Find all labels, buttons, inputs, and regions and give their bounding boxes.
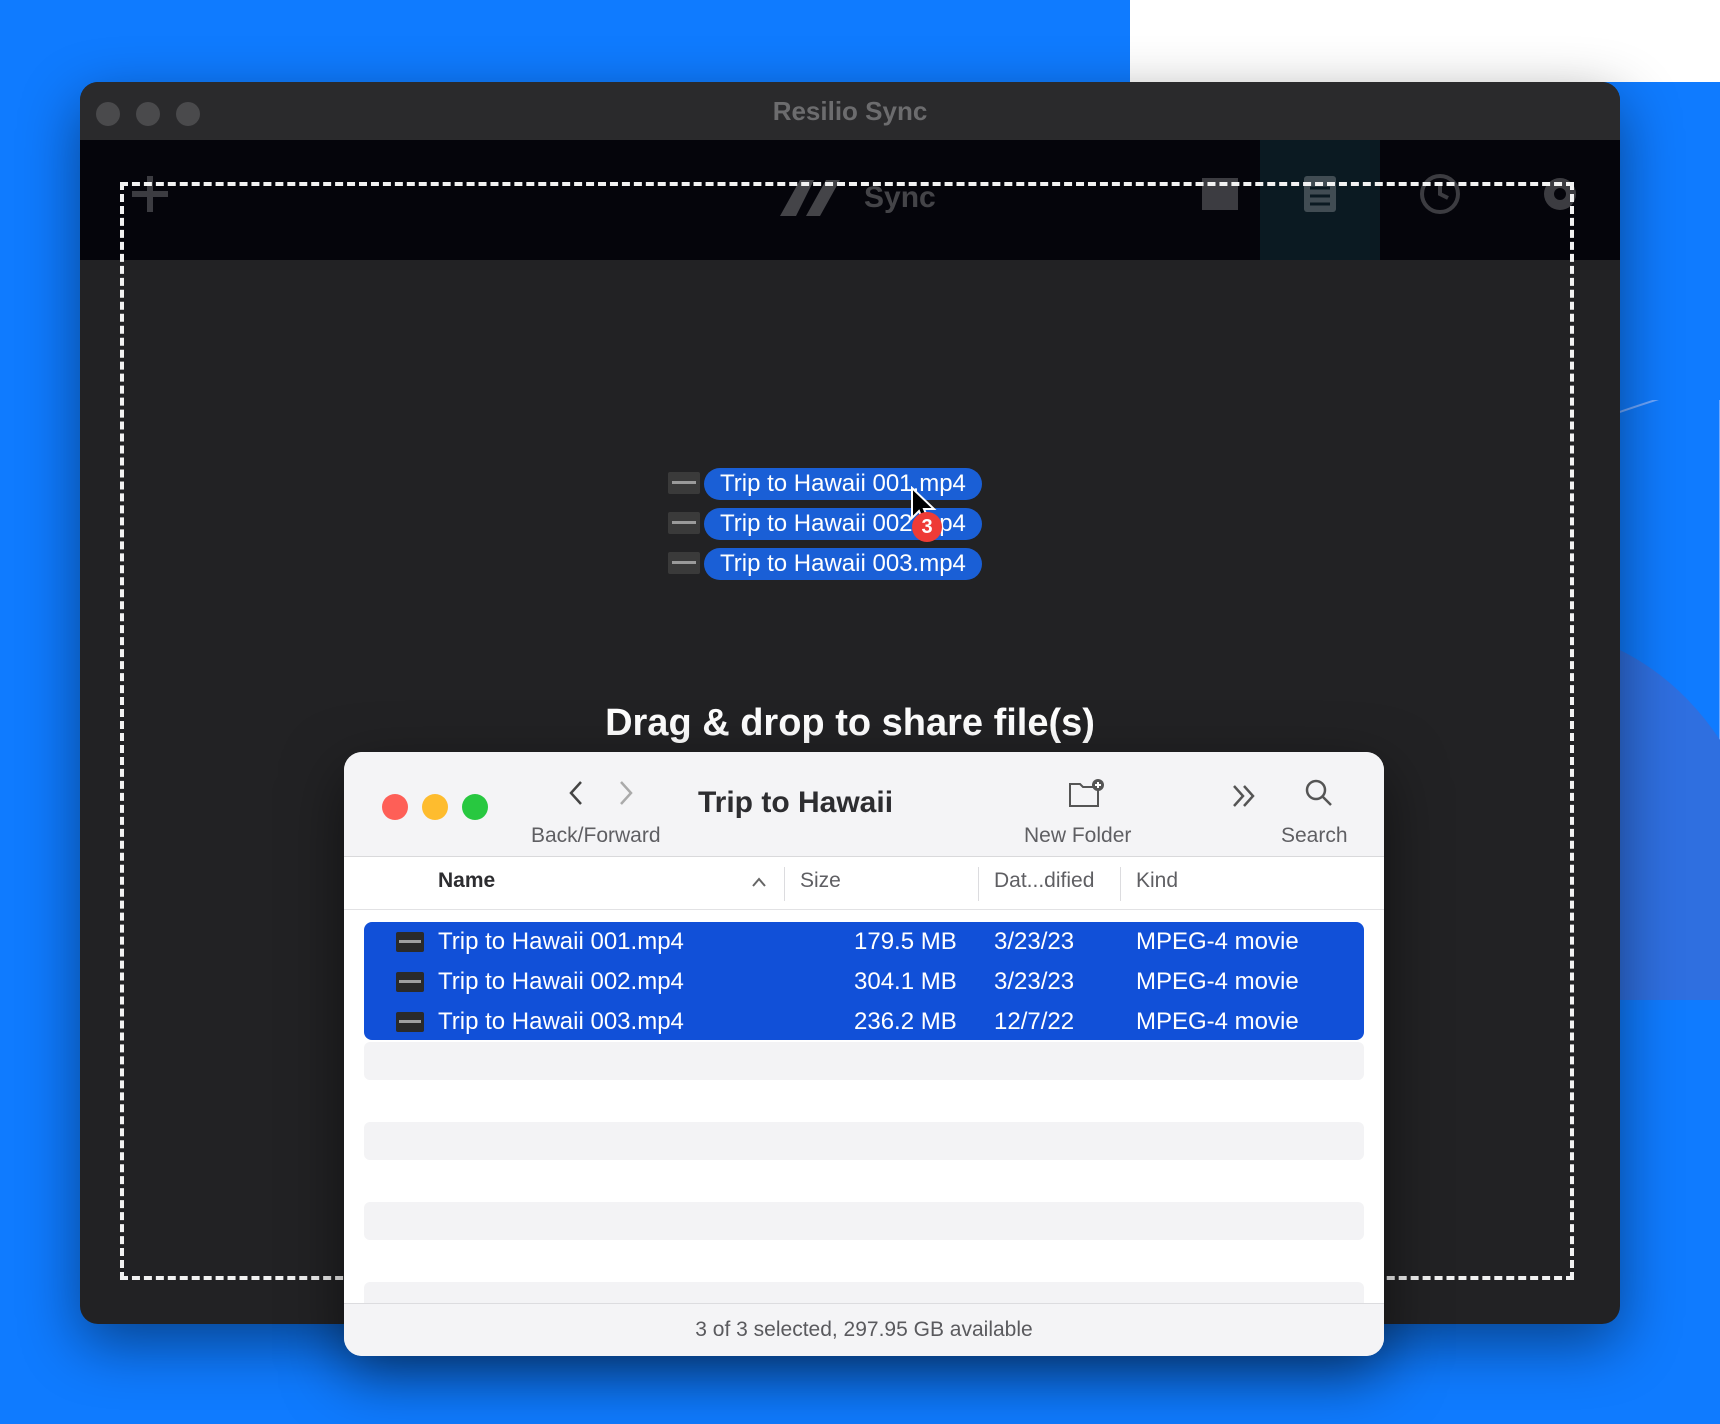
- video-file-icon: [396, 932, 424, 952]
- table-row[interactable]: Trip to Hawaii 003.mp4 236.2 MB 12/7/22 …: [364, 1002, 1364, 1042]
- file-kind: MPEG-4 movie: [1136, 968, 1299, 995]
- chevron-right-icon[interactable]: [616, 778, 636, 808]
- file-size: 236.2 MB: [854, 1008, 957, 1035]
- finder-window: Back/Forward Trip to Hawaii New Folder S…: [344, 752, 1384, 1356]
- back-forward-label: Back/Forward: [531, 824, 661, 847]
- table-row[interactable]: Trip to Hawaii 001.mp4 179.5 MB 3/23/23 …: [364, 922, 1364, 962]
- file-date: 12/7/22: [994, 1008, 1075, 1035]
- file-size: 179.5 MB: [854, 928, 957, 955]
- sort-ascending-icon[interactable]: [750, 875, 768, 889]
- file-kind: MPEG-4 movie: [1136, 1008, 1299, 1035]
- window-title: Resilio Sync: [772, 96, 928, 126]
- empty-row-stripe: [364, 1122, 1364, 1160]
- chevron-left-icon[interactable]: [566, 778, 586, 808]
- empty-row-stripe: [364, 1202, 1364, 1240]
- zoom-button[interactable]: [462, 794, 488, 820]
- column-date-modified[interactable]: Dat...dified: [994, 869, 1094, 893]
- double-chevron-right-icon[interactable]: [1230, 782, 1258, 810]
- file-date: 3/23/23: [994, 968, 1075, 995]
- drag-item-label: Trip to Hawaii 001.mp4: [704, 468, 982, 500]
- search-icon[interactable]: [1304, 778, 1334, 808]
- search-label: Search: [1281, 824, 1348, 847]
- drop-prompt: Drag & drop to share file(s): [605, 702, 1095, 744]
- file-kind: MPEG-4 movie: [1136, 928, 1299, 955]
- drag-count-badge: 3: [912, 512, 942, 542]
- drag-item-label: Trip to Hawaii 003.mp4: [704, 548, 982, 580]
- column-divider[interactable]: [978, 867, 979, 901]
- video-file-icon: [668, 552, 700, 574]
- video-file-icon: [396, 972, 424, 992]
- table-row[interactable]: Trip to Hawaii 002.mp4 304.1 MB 3/23/23 …: [364, 962, 1364, 1002]
- status-bar: 3 of 3 selected, 297.95 GB available: [344, 1303, 1384, 1356]
- finder-toolbar: Back/Forward Trip to Hawaii New Folder S…: [344, 752, 1384, 857]
- close-button[interactable]: [382, 794, 408, 820]
- minimize-button[interactable]: [422, 794, 448, 820]
- column-header: Name Size Dat...dified Kind: [344, 857, 1384, 910]
- file-name: Trip to Hawaii 001.mp4: [438, 928, 684, 955]
- column-size[interactable]: Size: [800, 869, 841, 893]
- new-folder-label: New Folder: [1024, 824, 1132, 847]
- new-folder-icon[interactable]: [1068, 778, 1106, 808]
- column-divider[interactable]: [784, 867, 785, 901]
- file-name: Trip to Hawaii 003.mp4: [438, 1008, 684, 1035]
- video-file-icon: [668, 472, 700, 494]
- empty-row-stripe: [364, 1042, 1364, 1080]
- column-kind[interactable]: Kind: [1136, 869, 1178, 893]
- file-date: 3/23/23: [994, 928, 1075, 955]
- file-size: 304.1 MB: [854, 968, 957, 995]
- file-name: Trip to Hawaii 002.mp4: [438, 968, 684, 995]
- video-file-icon: [668, 512, 700, 534]
- desktop-background-white: [1130, 0, 1720, 82]
- resilio-titlebar: Resilio Sync: [80, 82, 1620, 140]
- column-divider[interactable]: [1120, 867, 1121, 901]
- finder-title: Trip to Hawaii: [698, 786, 894, 819]
- column-name[interactable]: Name: [438, 869, 495, 893]
- video-file-icon: [396, 1012, 424, 1032]
